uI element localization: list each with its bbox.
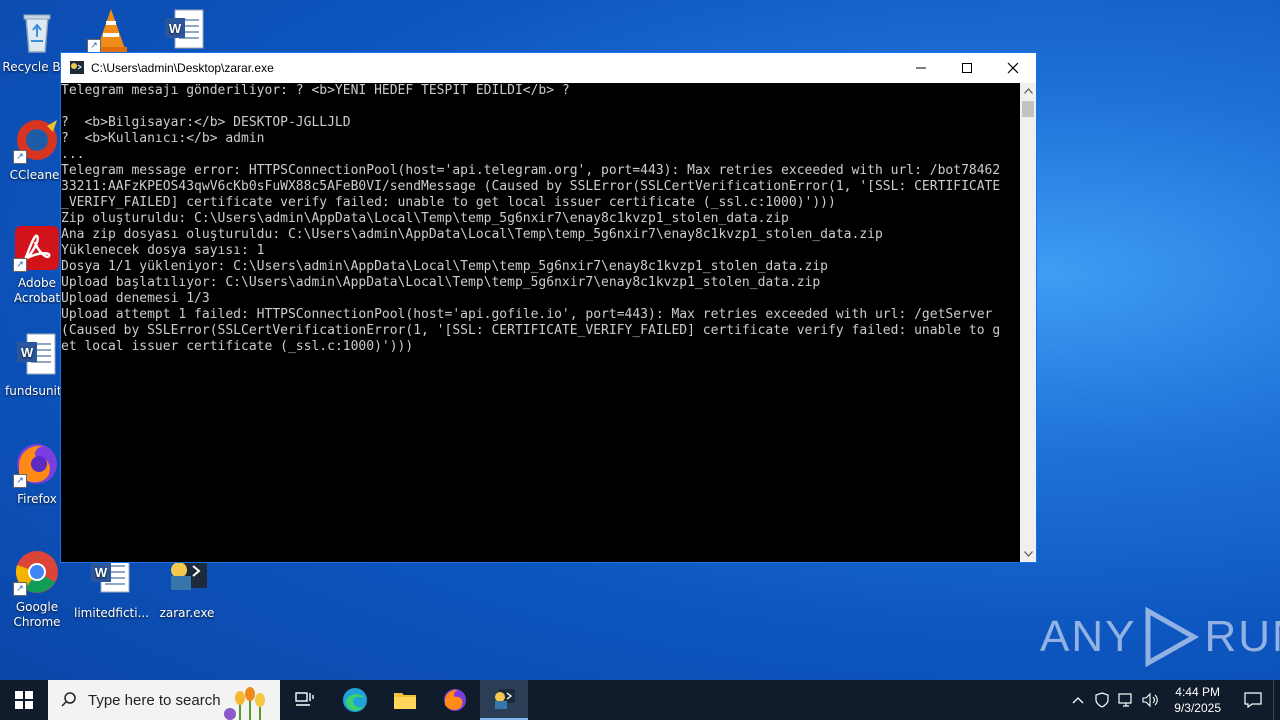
close-button[interactable] bbox=[990, 53, 1036, 83]
console-window[interactable]: C:\Users\admin\Desktop\zarar.exe Telegra… bbox=[60, 52, 1037, 563]
console-line: 33211:AAFzKPEOS43qwV6cKb0sFuWX88c5AFeB0V… bbox=[61, 179, 1001, 194]
console-line: Upload denemesi 1/3 bbox=[61, 291, 210, 306]
shortcut-arrow-icon: ↗ bbox=[13, 474, 27, 488]
taskbar-zarar-console[interactable] bbox=[480, 680, 528, 720]
shortcut-arrow-icon: ↗ bbox=[87, 39, 101, 53]
search-placeholder: Type here to search bbox=[88, 691, 221, 709]
window-titlebar[interactable]: C:\Users\admin\Desktop\zarar.exe bbox=[61, 53, 1036, 83]
console-app-icon bbox=[69, 60, 85, 76]
svg-text:W: W bbox=[21, 345, 34, 360]
desktop-icon-label: Google Chrome bbox=[13, 600, 61, 629]
word-document-icon: W bbox=[161, 8, 209, 56]
firefox-icon: ↗ bbox=[13, 440, 61, 488]
desktop-icon-zarar-exe[interactable]: zarar.exe bbox=[150, 554, 224, 621]
anyrun-watermark: ANY RUN bbox=[1040, 605, 1280, 669]
vlc-cone-icon: ↗ bbox=[87, 5, 135, 53]
adobe-acrobat-icon: ↗ bbox=[13, 224, 61, 272]
windows-logo-icon bbox=[15, 691, 33, 709]
chrome-icon: ↗ bbox=[13, 548, 61, 596]
play-triangle-icon bbox=[1145, 606, 1200, 668]
console-line: ? <b>Bilgisayar:</b> DESKTOP-JGLLJLD bbox=[61, 115, 351, 130]
desktop-icon-label: zarar.exe bbox=[159, 606, 215, 620]
recycle-bin-icon bbox=[13, 8, 61, 56]
tray-overflow-button[interactable] bbox=[1066, 680, 1090, 720]
console-line: Telegram mesajı gönderiliyor: ? <b>YENİ … bbox=[61, 83, 570, 98]
desktop-icon-label: limitedficti... bbox=[74, 606, 150, 620]
clock-date: 9/3/2025 bbox=[1174, 701, 1221, 715]
console-line: (Caused by SSLError(SSLCertVerificationE… bbox=[61, 323, 1001, 338]
console-line: Telegram message error: HTTPSConnectionP… bbox=[61, 163, 1001, 178]
taskbar-search-box[interactable]: Type here to search bbox=[48, 680, 280, 720]
console-output: Telegram mesajı gönderiliyor: ? <b>YENİ … bbox=[61, 83, 1021, 562]
tray-network-button[interactable] bbox=[1114, 680, 1138, 720]
task-view-button[interactable] bbox=[280, 680, 330, 720]
shield-icon bbox=[1095, 692, 1109, 708]
minimize-button[interactable] bbox=[898, 53, 944, 83]
taskbar-firefox[interactable] bbox=[430, 680, 480, 720]
svg-text:W: W bbox=[95, 565, 108, 580]
watermark-text-left: ANY bbox=[1040, 612, 1137, 661]
network-icon bbox=[1118, 693, 1132, 707]
watermark-text-right: RUN bbox=[1204, 612, 1280, 661]
shortcut-arrow-icon: ↗ bbox=[13, 258, 27, 272]
console-line: Yüklenecek dosya sayısı: 1 bbox=[61, 243, 265, 258]
show-desktop-button[interactable] bbox=[1273, 680, 1280, 720]
taskbar-file-explorer[interactable] bbox=[380, 680, 430, 720]
svg-text:W: W bbox=[169, 21, 182, 36]
folder-icon bbox=[394, 693, 416, 709]
chevron-up-icon bbox=[1072, 697, 1084, 704]
word-document-icon: W bbox=[13, 332, 61, 380]
taskbar-edge[interactable] bbox=[330, 680, 380, 720]
shortcut-arrow-icon: ↗ bbox=[13, 150, 27, 164]
task-view-icon bbox=[295, 692, 314, 706]
console-line: Dosya 1/1 yükleniyor: C:\Users\admin\App… bbox=[61, 259, 829, 274]
start-button[interactable] bbox=[0, 680, 48, 720]
window-title: C:\Users\admin\Desktop\zarar.exe bbox=[91, 61, 274, 75]
maximize-button[interactable] bbox=[944, 53, 990, 83]
firefox-icon bbox=[444, 689, 466, 711]
scroll-down-arrow-icon[interactable] bbox=[1020, 546, 1036, 562]
console-line: Zip oluşturuldu: C:\Users\admin\AppData\… bbox=[61, 211, 789, 226]
edge-icon bbox=[343, 688, 367, 712]
tray-volume-button[interactable] bbox=[1138, 680, 1162, 720]
console-line: ? <b>Kullanıcı:</b> admin bbox=[61, 131, 265, 146]
taskbar: Type here to search 4:44 PM 9/3/2025 bbox=[0, 680, 1280, 720]
console-line: Upload attempt 1 failed: HTTPSConnection… bbox=[61, 307, 993, 322]
notification-center-button[interactable] bbox=[1233, 680, 1273, 720]
search-icon bbox=[61, 692, 76, 707]
taskbar-clock[interactable]: 4:44 PM 9/3/2025 bbox=[1174, 684, 1221, 716]
scrollbar-thumb[interactable] bbox=[1022, 101, 1034, 117]
shortcut-arrow-icon: ↗ bbox=[13, 582, 27, 596]
desktop-icon-vlc[interactable]: ↗ bbox=[74, 5, 148, 57]
notification-icon bbox=[1244, 692, 1262, 708]
console-line: Upload başlatılıyor: C:\Users\admin\AppD… bbox=[61, 275, 821, 290]
ccleaner-icon: ↗ bbox=[13, 116, 61, 164]
desktop-icon-limitedfiction[interactable]: W limitedficti... bbox=[74, 554, 150, 621]
speaker-icon bbox=[1142, 692, 1159, 708]
tulips-decoration-icon bbox=[224, 687, 265, 720]
minimize-icon bbox=[916, 67, 926, 69]
vertical-scrollbar[interactable] bbox=[1020, 83, 1036, 562]
system-tray: 4:44 PM 9/3/2025 bbox=[1066, 680, 1280, 720]
scroll-up-arrow-icon[interactable] bbox=[1020, 83, 1036, 99]
console-line: et local issuer certificate (_ssl.c:1000… bbox=[61, 339, 414, 354]
maximize-icon bbox=[962, 63, 972, 73]
python-exe-icon bbox=[495, 689, 515, 709]
clock-time: 4:44 PM bbox=[1175, 685, 1220, 699]
close-icon bbox=[1007, 62, 1019, 74]
console-line: ... bbox=[61, 147, 85, 162]
console-line: _VERIFY_FAILED] certificate verify faile… bbox=[61, 195, 836, 210]
tray-security-button[interactable] bbox=[1090, 680, 1114, 720]
console-line: Ana zip dosyası oluşturuldu: C:\Users\ad… bbox=[61, 227, 883, 242]
